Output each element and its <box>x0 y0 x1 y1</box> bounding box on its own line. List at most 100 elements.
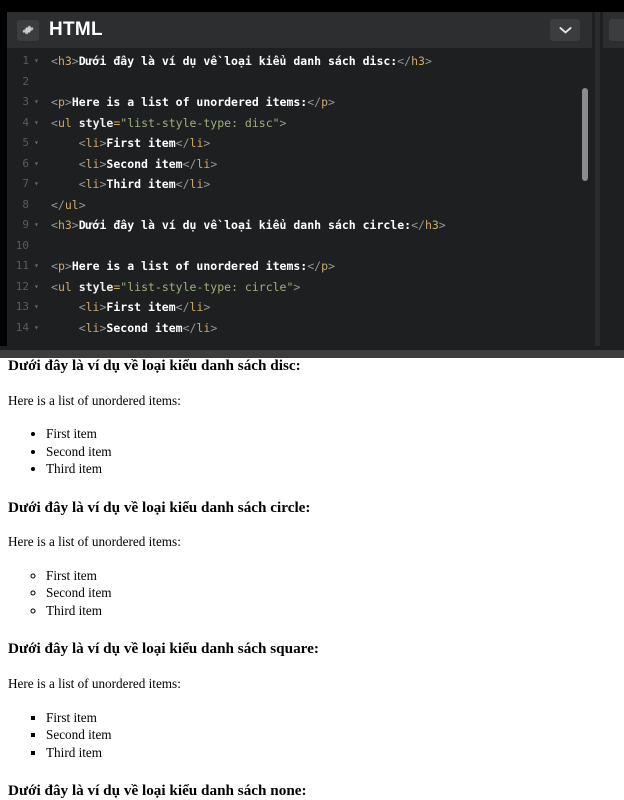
list-item: Third item <box>46 602 616 620</box>
code-line[interactable]: 5 ▾ <li>First item</li> <box>7 133 592 154</box>
code-token-punc: < <box>51 279 58 294</box>
line-number: 11 <box>15 259 29 272</box>
code-token-attr: style <box>78 279 114 294</box>
fold-arrow-icon[interactable]: ▾ <box>34 215 39 236</box>
code-token-punc: </ <box>307 259 322 273</box>
code-token-punc <box>72 116 79 130</box>
code-token-tag: h3 <box>57 218 72 232</box>
list-item: Third item <box>46 744 616 762</box>
code-token-punc: </ <box>182 320 197 335</box>
preview-heading: Dưới đây là ví dụ về loại kiểu danh sách… <box>8 640 319 658</box>
fold-arrow-icon[interactable]: ▾ <box>34 318 39 339</box>
code-token-punc: </ <box>397 54 412 68</box>
code-token-text: Dưới đây là ví dụ về loại kiểu danh sách… <box>78 54 398 68</box>
code-line[interactable]: 13 ▾ <li>First item</li> <box>7 297 592 318</box>
code-lines[interactable]: 1 ▾ <h3>Dưới đây là ví dụ về loại kiểu dan… <box>7 51 592 338</box>
gear-icon[interactable] <box>17 19 39 41</box>
heading-spacer <box>8 658 616 677</box>
pane-divider-handle[interactable] <box>595 12 600 346</box>
heading-spacer <box>8 516 616 535</box>
intro-spacer <box>8 408 616 425</box>
code-token-tag: li <box>85 320 100 335</box>
fold-arrow-icon[interactable]: ▾ <box>34 51 39 72</box>
code-token-punc: < <box>51 115 58 130</box>
fold-arrow-icon[interactable]: ▾ <box>34 277 39 298</box>
fold-arrow-icon[interactable]: ▾ <box>34 154 39 175</box>
code-line[interactable]: 10 <box>7 236 592 257</box>
code-token-punc: </ <box>51 197 65 212</box>
code-line[interactable]: 12 ▾ <ul style="list-style-type: circle"> <box>7 277 592 298</box>
code-line[interactable]: 9 ▾ <h3>Dưới đây là ví dụ về loại kiểu dan… <box>7 215 592 236</box>
code-line[interactable]: 6 ▾ <li>Second item</li> <box>7 154 592 175</box>
preview-intro-text: Here is a list of unordered items: <box>8 392 181 408</box>
code-editor-area[interactable]: 1 ▾ <h3>Dưới đây là ví dụ về loại kiểu dan… <box>7 48 592 346</box>
code-line[interactable]: 2 <box>7 72 592 93</box>
code-token-text: Third item <box>106 177 176 191</box>
line-number: 13 <box>15 300 29 313</box>
editor-scrollbar-thumb[interactable] <box>582 88 588 181</box>
code-token-punc: </ <box>175 177 190 191</box>
code-token-punc: > <box>71 218 79 232</box>
code-token-text: Here is a list of unordered items: <box>71 95 308 109</box>
code-line[interactable]: 3 ▾ <p>Here is a list of unordered items:<… <box>7 92 592 113</box>
preview-list-square: First itemSecond itemThird item <box>8 709 616 762</box>
code-token-punc: </ <box>307 95 322 109</box>
code-token-tag: li <box>189 136 204 150</box>
secondary-pane <box>603 12 624 346</box>
code-token-punc: > <box>203 177 211 191</box>
code-token-punc: < <box>51 300 86 314</box>
code-token-punc: < <box>51 95 58 109</box>
preview-pane: Dưới đây là ví dụ về loại kiểu danh sách… <box>0 358 624 800</box>
code-line[interactable]: 14 ▾ <li>Second item</li> <box>7 318 592 339</box>
code-token-tag: ul <box>64 197 79 212</box>
code-token-punc: > <box>293 279 301 294</box>
list-item: First item <box>46 709 616 727</box>
code-token-tag: h3 <box>57 54 72 68</box>
fold-arrow-icon[interactable]: ▾ <box>34 133 39 154</box>
line-number: 12 <box>15 279 29 293</box>
code-token-punc <box>72 280 79 294</box>
code-token-text: Second item <box>106 320 183 335</box>
code-token-punc: < <box>51 177 86 191</box>
secondary-pane-button[interactable] <box>609 19 624 41</box>
code-token-tag: li <box>189 300 204 314</box>
fold-arrow-icon[interactable]: ▾ <box>34 113 39 134</box>
fold-arrow-icon[interactable]: ▾ <box>34 174 39 195</box>
code-token-punc: > <box>203 300 211 314</box>
code-token-tag: ul <box>57 115 72 130</box>
code-token-text: Dưới đây là ví dụ về loại kiểu danh sách… <box>78 218 412 232</box>
code-token-punc: < <box>51 156 86 171</box>
code-token-str: "list-style-type: circle" <box>120 279 294 294</box>
code-token-punc: </ <box>182 156 197 171</box>
html-editor-pane: HTML 1 ▾ <h3>Dưới đây là ví dụ về loại kiể… <box>7 12 592 346</box>
code-line[interactable]: 11 ▾ <p>Here is a list of unordered items:… <box>7 256 592 277</box>
chevron-down-icon[interactable] <box>550 19 580 41</box>
line-number: 14 <box>15 320 29 334</box>
code-token-punc: > <box>203 136 211 150</box>
code-line[interactable]: 8 </ul> <box>7 195 592 216</box>
editor-title: HTML <box>49 19 103 40</box>
code-token-tag: li <box>189 177 204 191</box>
code-token-tag: p <box>321 259 329 273</box>
fold-arrow-icon[interactable]: ▾ <box>34 256 39 277</box>
code-token-punc: > <box>210 320 218 335</box>
code-token-punc: > <box>328 259 335 273</box>
code-line[interactable]: 1 ▾ <h3>Dưới đây là ví dụ về loại kiểu dan… <box>7 51 592 72</box>
code-token-punc: < <box>51 320 86 335</box>
line-number: 7 <box>22 177 29 190</box>
editor-bottom-bar-inner <box>0 350 624 358</box>
window-top-bar <box>0 0 624 12</box>
code-line[interactable]: 7 ▾ <li>Third item</li> <box>7 174 592 195</box>
fold-arrow-icon[interactable]: ▾ <box>34 92 39 113</box>
code-token-tag: li <box>85 300 100 314</box>
preview-list-disc: First itemSecond itemThird item <box>8 425 616 478</box>
code-token-tag: p <box>57 259 65 273</box>
code-token-tag: p <box>57 95 65 109</box>
code-line[interactable]: 4 ▾ <ul style="list-style-type: disc"> <box>7 113 592 134</box>
code-token-punc: < <box>51 136 86 150</box>
fold-arrow-icon[interactable]: ▾ <box>34 297 39 318</box>
code-token-str: "list-style-type: disc" <box>120 115 280 130</box>
code-token-punc: > <box>438 218 446 232</box>
code-token-tag: li <box>85 177 100 191</box>
code-token-text: Here is a list of unordered items: <box>71 259 308 273</box>
